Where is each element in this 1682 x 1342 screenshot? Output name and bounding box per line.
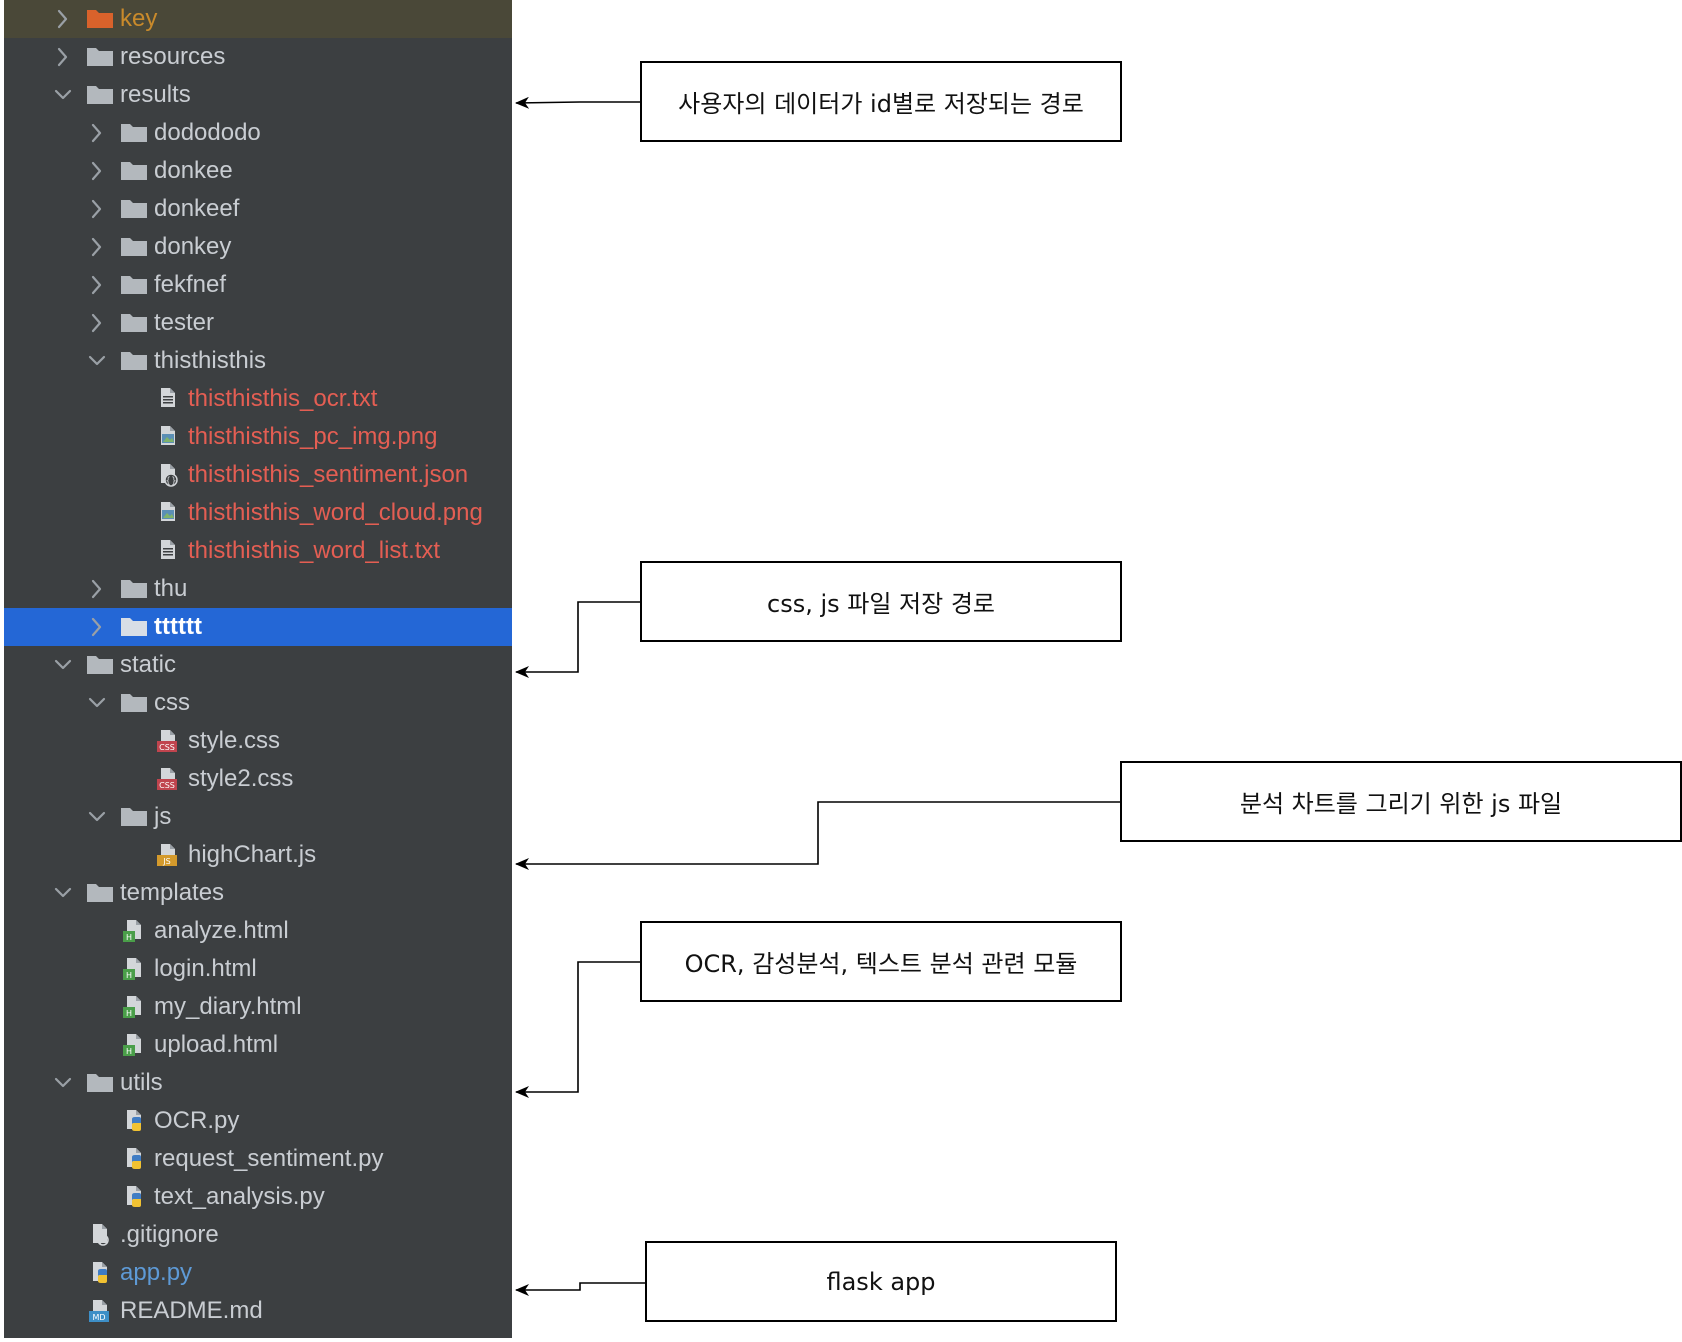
arrow-to-highchart-js <box>515 801 1120 870</box>
callout-app-box: flask app <box>645 1241 1117 1322</box>
callout-utils-box: OCR, 감성분석, 텍스트 분석 관련 모듈 <box>640 921 1122 1002</box>
callout-static-box: css, js 파일 저장 경로 <box>640 561 1122 642</box>
callout-connectors <box>515 96 1120 1296</box>
arrow-to-static <box>515 601 640 678</box>
arrow-to-utils <box>515 961 640 1098</box>
arrow-to-results <box>515 96 640 109</box>
arrow-to-app-py <box>515 1282 645 1296</box>
callout-js-box: 분석 차트를 그리기 위한 js 파일 <box>1120 761 1682 842</box>
callout-results-box: 사용자의 데이터가 id별로 저장되는 경로 <box>640 61 1122 142</box>
diagram: key resources results dodododo donkee donkeef… <box>0 0 1682 1342</box>
